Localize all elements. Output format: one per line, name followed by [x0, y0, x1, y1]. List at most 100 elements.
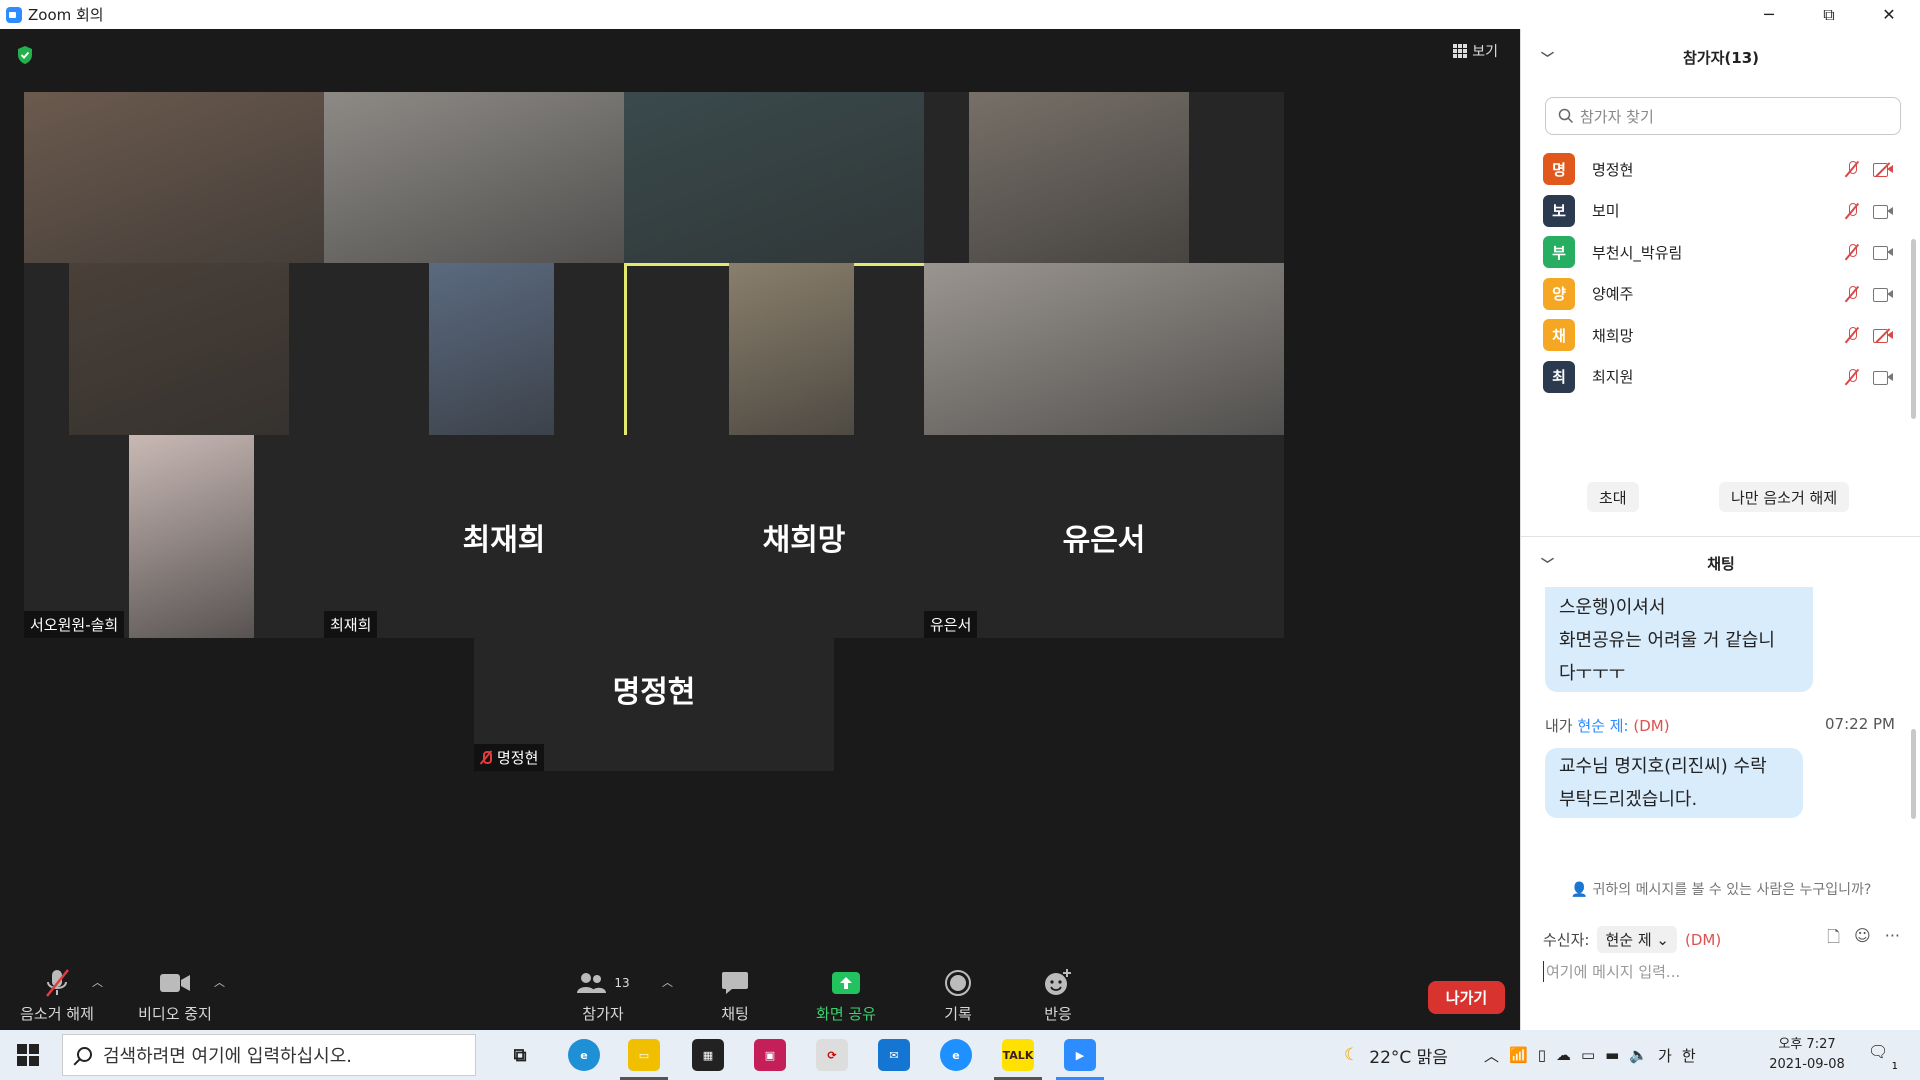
close-button[interactable]: ✕ [1860, 0, 1918, 29]
chat-title: 채팅 [1707, 554, 1735, 573]
stop-video-label: 비디오 중지 [138, 1005, 212, 1023]
file-icon[interactable]: 🗋 [1827, 926, 1840, 953]
kakaotalk-icon[interactable]: TALK [1002, 1039, 1034, 1071]
participants-label: 참가자 [582, 1005, 624, 1023]
windows-start-icon[interactable] [17, 1044, 39, 1066]
participant-search-input[interactable]: 참가자 찾기 [1545, 97, 1901, 135]
participant-status-icons [1845, 285, 1893, 303]
collapse-chevron-icon[interactable]: ﹀ [1541, 48, 1554, 67]
emoji-icon[interactable]: ☺ [1854, 926, 1871, 953]
participant-name: 명정현 [497, 749, 539, 767]
share-screen-button[interactable]: 화면 공유 [806, 960, 886, 1030]
battery-icon[interactable]: ▬ [1605, 1046, 1619, 1064]
participant-status-icons [1845, 326, 1893, 344]
chat-collapse-chevron-icon[interactable]: ﹀ [1541, 554, 1554, 573]
edge-browser-icon[interactable]: e [568, 1039, 600, 1071]
moon-icon: ☾ [1344, 1045, 1360, 1065]
taskbar-search-placeholder: 검색하려면 여기에 입력하십시오. [103, 1046, 353, 1067]
participant-display-name: 유은서 [1062, 522, 1146, 558]
participant-search-placeholder: 참가자 찾기 [1580, 107, 1654, 126]
volume-icon[interactable]: 🔈 [1629, 1046, 1648, 1064]
video-tile[interactable]: 명정현 명정현 [474, 606, 834, 771]
share-screen-label: 화면 공유 [816, 1005, 876, 1023]
invite-button[interactable]: 초대 [1587, 482, 1639, 512]
participant-name-label: 명정현 [474, 744, 545, 771]
participant-name-label: 최재희 [324, 611, 378, 638]
video-options-caret-icon[interactable]: ︿ [214, 974, 225, 990]
share-screen-icon [831, 967, 861, 999]
chat-scrollbar[interactable] [1911, 729, 1916, 819]
chat-message-meta: 내가 현순 제: (DM) 07:22 PM [1545, 715, 1895, 736]
unmute-label: 음소거 해제 [20, 1005, 94, 1023]
participant-list: 명 명정현 보 보미 부 부천시_박유림 양 양예주 채 채희망 최 최지원 [1521, 144, 1920, 459]
minimize-button[interactable]: ─ [1740, 0, 1798, 29]
participants-header: ﹀ 참가자(13) [1521, 29, 1920, 85]
language-indicator[interactable]: 한 [1682, 1045, 1696, 1066]
clock-date: 2021-09-08 [1769, 1057, 1845, 1072]
unmute-me-button[interactable]: 나만 음소거 해제 [1719, 482, 1850, 512]
stop-video-button[interactable]: 비디오 중지 [132, 960, 218, 1030]
record-button[interactable]: 기록 [925, 960, 991, 1030]
participants-count: 13 [614, 976, 630, 990]
chat-message-line: 화면공유는 어려울 거 같습니 [1559, 630, 1775, 651]
mail-icon[interactable]: ✉ [878, 1039, 910, 1071]
participant-status-icons [1845, 243, 1893, 261]
device-icon[interactable]: ▯ [1538, 1046, 1546, 1064]
muted-microphone-icon [480, 750, 492, 765]
leave-button[interactable]: 나가기 [1428, 981, 1505, 1014]
internet-explorer-icon[interactable]: e [940, 1039, 972, 1071]
clock-time: 오후 7:27 [1778, 1037, 1836, 1052]
chat-input-tools: 🗋 ☺ ··· [1827, 926, 1900, 953]
participant-row[interactable]: 최 최지원 [1543, 352, 1893, 402]
muted-microphone-icon [1845, 368, 1859, 386]
weather-widget[interactable]: ☾ 22°C 맑음 [1344, 1030, 1448, 1080]
chat-input[interactable]: 여기에 메시지 입력... [1543, 961, 1680, 982]
record-icon [944, 967, 972, 999]
window-title: Zoom 회의 [28, 6, 104, 24]
ime-mode[interactable]: 가 [1658, 1045, 1672, 1066]
file-explorer-icon[interactable]: ▭ [628, 1039, 660, 1071]
view-button[interactable]: 보기 [1453, 41, 1498, 61]
participant-list-scrollbar[interactable] [1911, 239, 1916, 419]
participants-caret-icon[interactable]: ︿ [662, 974, 673, 990]
chat-message-bubble: 스운행)이셔서 화면공유는 어려울 거 같습니 다ㅜㅜㅜ [1545, 587, 1813, 692]
recipient-dropdown[interactable]: 현순 제 ⌄ [1597, 926, 1677, 953]
taskbar-clock[interactable]: 오후 7:27 2021-09-08 [1762, 1035, 1852, 1075]
search-icon [77, 1047, 92, 1062]
display-icon[interactable]: ▭ [1581, 1046, 1595, 1064]
chat-message-line: 다ㅜㅜㅜ [1559, 663, 1626, 684]
recipient-name[interactable]: 현순 제: [1577, 717, 1628, 735]
notification-bubble-icon: 🗨 [1868, 1042, 1889, 1061]
who-can-see-link[interactable]: 👤 귀하의 메시지를 볼 수 있는 사람은 누구입니까? [1521, 879, 1920, 899]
restore-button[interactable]: ⧉ [1800, 0, 1858, 29]
more-icon[interactable]: ··· [1885, 926, 1900, 953]
taskbar-search-input[interactable]: 검색하려면 여기에 입력하십시오. [62, 1034, 476, 1076]
avatar: 부 [1543, 236, 1575, 268]
chat-button[interactable]: 채팅 [700, 960, 770, 1030]
muted-microphone-icon [1845, 202, 1859, 220]
app-icon[interactable]: ▣ [754, 1039, 786, 1071]
participants-button[interactable]: 13 참가자 [570, 960, 636, 1030]
show-hidden-icons-caret[interactable]: ︿ [1484, 1045, 1499, 1066]
store-icon[interactable]: ▦ [692, 1039, 724, 1071]
microphone-muted-icon [44, 967, 70, 999]
participant-status-icons [1845, 368, 1893, 386]
reactions-button[interactable]: 반응 [1025, 960, 1091, 1030]
participant-list-name: 보미 [1592, 202, 1620, 220]
meeting-toolbar: 음소거 해제 ︿ 비디오 중지 ︿ 13 참가자 ︿ 채팅 화면 공유 기록 반… [0, 960, 1520, 1030]
weather-text: 22°C 맑음 [1369, 1047, 1448, 1068]
unmute-button[interactable]: 음소거 해제 [14, 960, 100, 1030]
security-shield-icon[interactable] [16, 45, 34, 65]
recipient-dropdown-value: 현순 제 [1605, 931, 1652, 949]
chat-label: 채팅 [721, 1005, 749, 1023]
zoom-app-icon [6, 6, 22, 23]
audio-options-caret-icon[interactable]: ︿ [92, 974, 103, 990]
video-tile[interactable]: 유은서 유은서 [924, 435, 1284, 638]
network-icon[interactable]: 📶 [1509, 1046, 1528, 1064]
participant-name: 유은서 [930, 616, 972, 634]
zoom-taskbar-icon[interactable]: ▶ [1064, 1039, 1096, 1071]
cloud-icon[interactable]: ☁ [1556, 1046, 1571, 1064]
task-view-icon[interactable]: ⧉ [504, 1039, 536, 1071]
notification-icon[interactable]: 🗨 1 [1868, 1042, 1898, 1072]
sync-app-icon[interactable]: ⟳ [816, 1039, 848, 1071]
